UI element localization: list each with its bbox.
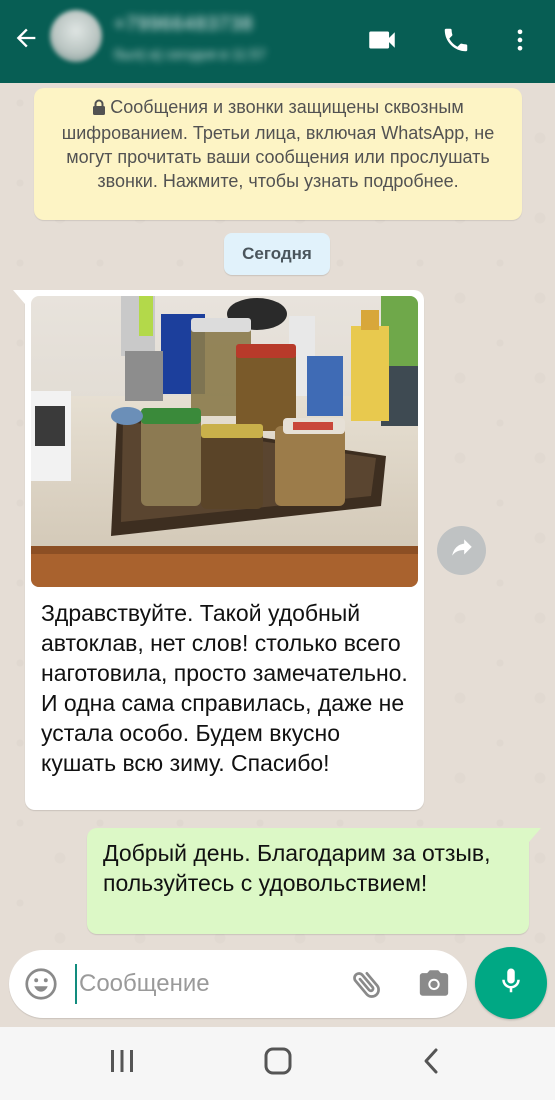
video-call-button[interactable] bbox=[362, 22, 402, 62]
incoming-message[interactable]: Здравствуйте. Такой удобный автоклав, не… bbox=[13, 290, 424, 810]
emoji-button[interactable] bbox=[23, 966, 59, 1002]
back-button[interactable] bbox=[8, 22, 44, 58]
date-chip: Сегодня bbox=[224, 233, 330, 275]
video-call-icon bbox=[365, 23, 399, 62]
outgoing-message-text: Добрый день. Благодарим за отзыв, пользу… bbox=[103, 840, 491, 896]
system-back-button[interactable] bbox=[408, 1043, 456, 1083]
attach-button[interactable] bbox=[349, 966, 385, 1002]
forward-button[interactable] bbox=[437, 526, 486, 575]
jars-photo bbox=[31, 296, 418, 587]
more-options-button[interactable] bbox=[500, 22, 540, 62]
paperclip-icon bbox=[349, 971, 385, 1006]
encryption-notice-text: Сообщения и звонки защищены сквозным шиф… bbox=[61, 97, 495, 191]
recents-icon bbox=[107, 1046, 137, 1081]
recents-button[interactable] bbox=[98, 1043, 146, 1083]
voice-call-icon bbox=[441, 25, 471, 60]
back-arrow-icon bbox=[12, 24, 40, 57]
microphone-icon bbox=[496, 966, 526, 1001]
voice-call-button[interactable] bbox=[436, 22, 476, 62]
camera-button[interactable] bbox=[417, 966, 453, 1002]
contact-status: был(-а) сегодня в 11:57 bbox=[114, 46, 266, 62]
forward-icon bbox=[449, 535, 475, 566]
contact-avatar[interactable] bbox=[50, 10, 102, 62]
system-nav-bar bbox=[0, 1027, 555, 1100]
lock-icon bbox=[92, 97, 106, 121]
chat-header: +79966483738 был(-а) сегодня в 11:57 bbox=[0, 0, 555, 83]
camera-icon bbox=[417, 970, 451, 1004]
contact-name[interactable]: +79966483738 bbox=[114, 14, 253, 36]
chat-area[interactable]: Сообщения и звонки защищены сквозным шиф… bbox=[0, 83, 555, 945]
home-button[interactable] bbox=[254, 1043, 302, 1083]
encryption-notice[interactable]: Сообщения и звонки защищены сквозным шиф… bbox=[34, 88, 522, 220]
message-composer bbox=[9, 950, 467, 1018]
back-chevron-icon bbox=[417, 1046, 447, 1081]
more-options-icon bbox=[506, 26, 534, 59]
emoji-icon bbox=[23, 968, 59, 1006]
voice-message-button[interactable] bbox=[475, 947, 547, 1019]
home-icon bbox=[263, 1046, 293, 1081]
message-input[interactable] bbox=[75, 964, 335, 1004]
message-photo[interactable] bbox=[31, 296, 418, 587]
incoming-message-text: Здравствуйте. Такой удобный автоклав, не… bbox=[41, 600, 408, 776]
outgoing-message[interactable]: Добрый день. Благодарим за отзыв, пользу… bbox=[87, 828, 541, 934]
